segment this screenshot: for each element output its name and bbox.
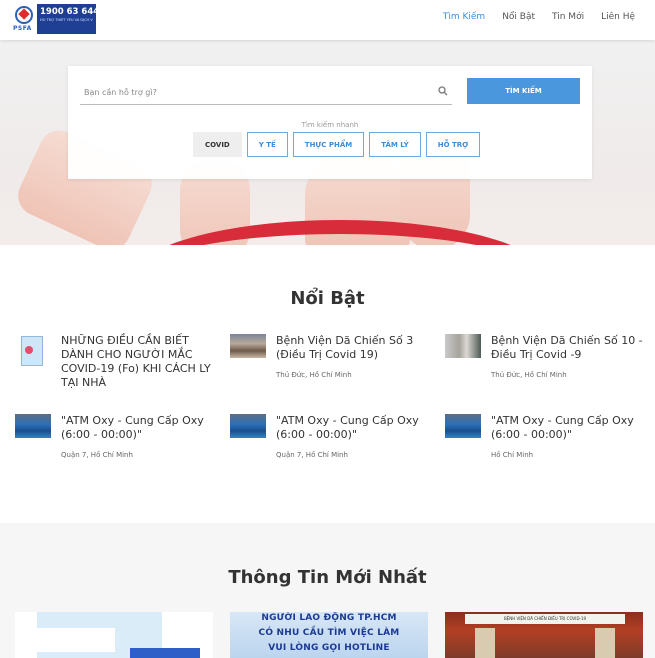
featured-item-location: Thủ Đức, Hồ Chí Minh <box>276 371 352 379</box>
featured-item-location: Quận 7, Hồ Chí Minh <box>61 451 133 459</box>
featured-item-title[interactable]: "ATM Oxy - Cung Cấp Oxy (6:00 - 00:00)" <box>61 414 221 442</box>
featured-item[interactable]: "ATM Oxy - Cung Cấp Oxy (6:00 - 00:00)" … <box>230 414 430 464</box>
chip-medical[interactable]: Y TẾ <box>246 132 288 157</box>
featured-item-location: Thủ Đức, Hồ Chí Minh <box>491 371 567 379</box>
oxygen-photo <box>445 414 481 438</box>
logo-phone: 1900 63 6446 <box>40 7 106 17</box>
chip-covid[interactable]: COVID <box>193 132 242 157</box>
latest-card-headline: NGƯỜI LAO ĐỘNG TP.HCM <box>261 613 397 623</box>
latest-section-title: Thông Tin Mới Nhất <box>228 567 427 588</box>
nav-item-news[interactable]: Tin Mới <box>552 12 584 22</box>
quick-search-title: Tìm kiếm nhanh <box>301 121 359 129</box>
featured-item-title[interactable]: Bệnh Viện Dã Chiến Số 10 - Điều Trị Covi… <box>491 334 651 362</box>
latest-card[interactable]: BỆNH VIỆN DÃ CHIẾN ĐIỀU TRỊ COVID-19 <box>445 612 643 658</box>
chip-food[interactable]: THỰC PHẨM <box>292 132 365 157</box>
featured-item-location: Quận 7, Hồ Chí Minh <box>276 451 348 459</box>
featured-item-title[interactable]: "ATM Oxy - Cung Cấp Oxy (6:00 - 00:00)" <box>491 414 651 442</box>
site-header: PSFA 1900 63 6446 HỖ TRỢ THIẾT YẾU VÀ DỊ… <box>0 0 655 40</box>
latest-card-sign-text: BỆNH VIỆN DÃ CHIẾN ĐIỀU TRỊ COVID-19 <box>503 616 587 621</box>
featured-item[interactable]: "ATM Oxy - Cung Cấp Oxy (6:00 - 00:00)" … <box>445 414 645 464</box>
featured-item-location: Hồ Chí Minh <box>491 451 534 459</box>
nav-item-contact[interactable]: Liên Hệ <box>601 12 635 22</box>
logo-mark-text: PSFA <box>13 25 32 32</box>
oxygen-photo <box>15 414 51 438</box>
search-icon[interactable] <box>438 86 448 96</box>
featured-item[interactable]: "ATM Oxy - Cung Cấp Oxy (6:00 - 00:00)" … <box>15 414 215 464</box>
hospital-photo <box>445 334 481 358</box>
latest-card-sign: BỆNH VIỆN DÃ CHIẾN ĐIỀU TRỊ COVID-19 <box>465 614 625 624</box>
oxygen-photo <box>230 414 266 438</box>
search-button[interactable]: TÌM KIẾM <box>467 78 580 104</box>
featured-item-title[interactable]: "ATM Oxy - Cung Cấp Oxy (6:00 - 00:00)" <box>276 414 436 442</box>
featured-item[interactable]: Bệnh Viện Dã Chiến Số 10 - Điều Trị Covi… <box>445 334 645 384</box>
logo-mark-icon: PSFA <box>13 4 37 34</box>
latest-card-headline: CÓ NHU CẦU TÌM VIỆC LÀM <box>258 628 400 638</box>
nav-item-featured[interactable]: Nổi Bật <box>502 12 535 22</box>
chip-psychology[interactable]: TÂM LÝ <box>369 132 421 157</box>
latest-card[interactable] <box>15 612 213 658</box>
document-icon <box>15 336 51 376</box>
logo-tagline: HỖ TRỢ THIẾT YẾU VÀ DỊCH VỤ SỨC KHỎE <box>40 18 93 22</box>
search-input[interactable] <box>80 80 420 105</box>
main-nav: Tìm Kiếm Nổi Bật Tin Mới Liên Hệ <box>443 12 635 22</box>
search-field <box>80 80 452 105</box>
chip-support[interactable]: HỖ TRỢ <box>425 132 481 157</box>
featured-item[interactable]: NHỮNG ĐIỀU CẦN BIẾT DÀNH CHO NGƯỜI MẮC C… <box>15 334 215 394</box>
featured-section-title: Nổi Bật <box>290 288 365 309</box>
quick-search-chips: COVID Y TẾ THỰC PHẨM TÂM LÝ HỖ TRỢ <box>193 132 481 157</box>
featured-item-title[interactable]: NHỮNG ĐIỀU CẦN BIẾT DÀNH CHO NGƯỜI MẮC C… <box>61 334 221 390</box>
hospital-photo <box>230 334 266 358</box>
latest-card-headline: VUI LÒNG GỌI HOTLINE <box>268 643 390 653</box>
logo-hotline-box: 1900 63 6446 HỖ TRỢ THIẾT YẾU VÀ DỊCH VỤ… <box>37 4 106 34</box>
search-card: TÌM KIẾM Tìm kiếm nhanh COVID Y TẾ THỰC … <box>68 66 592 179</box>
latest-card[interactable]: NGƯỜI LAO ĐỘNG TP.HCM CÓ NHU CẦU TÌM VIỆ… <box>230 612 428 658</box>
hero-banner: TÌM KIẾM Tìm kiếm nhanh COVID Y TẾ THỰC … <box>0 40 655 245</box>
featured-item[interactable]: Bệnh Viện Dã Chiến Số 3 (Điều Trị Covid … <box>230 334 430 384</box>
featured-item-title[interactable]: Bệnh Viện Dã Chiến Số 3 (Điều Trị Covid … <box>276 334 436 362</box>
site-logo[interactable]: PSFA 1900 63 6446 HỖ TRỢ THIẾT YẾU VÀ DỊ… <box>13 4 106 34</box>
nav-item-search[interactable]: Tìm Kiếm <box>443 12 485 22</box>
